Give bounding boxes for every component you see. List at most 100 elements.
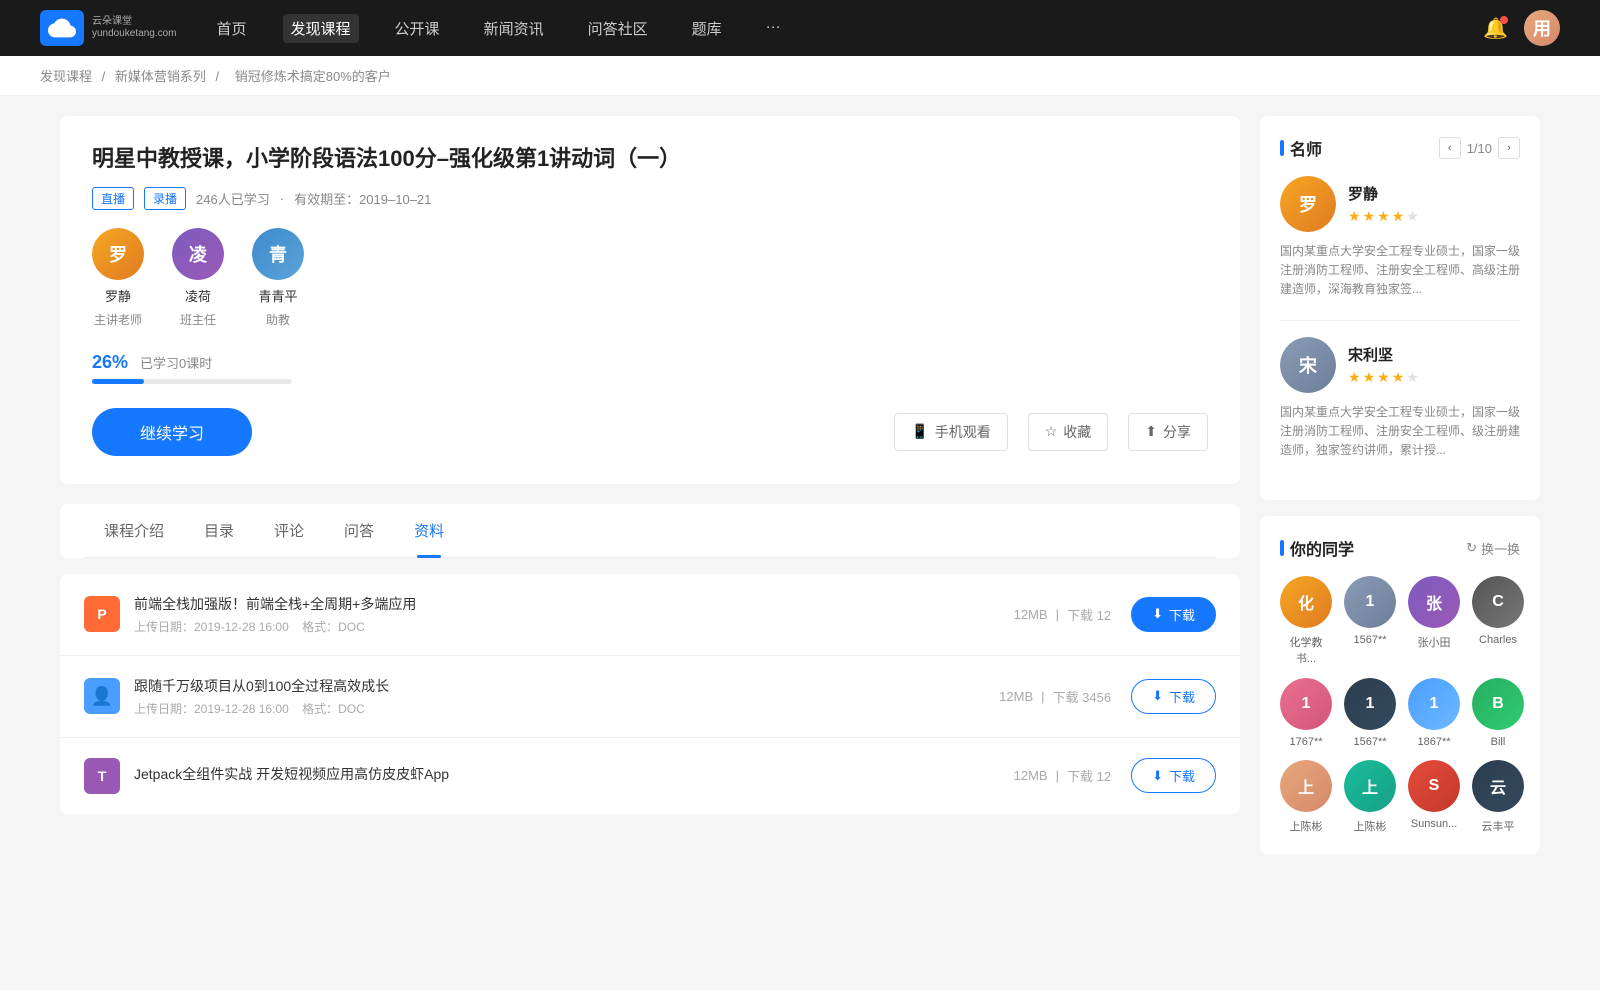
teacher-2-name: 凌荷 — [185, 286, 211, 305]
teacher-3-avatar: 青 — [252, 228, 304, 280]
breadcrumb: 发现课程 / 新媒体营销系列 / 销冠修炼术搞定80%的客户 — [0, 56, 1600, 96]
classmate-5-avatar: 1 — [1280, 678, 1332, 730]
mobile-watch-label: 手机观看 — [935, 422, 991, 442]
classmate-12[interactable]: 云 云丰平 — [1472, 760, 1524, 834]
teacher-2: 凌 凌荷 班主任 — [172, 228, 224, 328]
nav-news[interactable]: 新闻资讯 — [476, 14, 552, 43]
refresh-label: 换一换 — [1481, 539, 1520, 558]
classmate-7-name: 1867** — [1417, 736, 1450, 748]
nav-more[interactable]: ··· — [758, 14, 789, 43]
classmate-1[interactable]: 化 化学教书... — [1280, 576, 1332, 666]
resource-item-1: P 前端全栈加强版！前端全栈+全周期+多端应用 上传日期：2019-12-28 … — [60, 574, 1240, 656]
download-button-3[interactable]: ⬇ 下载 — [1131, 758, 1216, 793]
classmate-5-name: 1767** — [1289, 736, 1322, 748]
classmate-10[interactable]: 上 上陈彬 — [1344, 760, 1396, 834]
nav-quiz[interactable]: 题库 — [684, 14, 730, 43]
teacher-pagination: ‹ 1/10 › — [1439, 137, 1520, 159]
classmate-4-name: Charles — [1479, 634, 1517, 646]
teacher-profile-1-top: 罗 罗静 ★ ★ ★ ★ ★ — [1280, 176, 1520, 232]
classmate-2[interactable]: 1 1567** — [1344, 576, 1396, 666]
download-button-1[interactable]: ⬇ 下载 — [1131, 597, 1216, 632]
nav-qa[interactable]: 问答社区 — [580, 14, 656, 43]
nav-items: 首页 发现课程 公开课 新闻资讯 问答社区 题库 ··· — [209, 14, 1452, 43]
teachers-list: 罗 罗静 主讲老师 凌 凌荷 班主任 青 青青平 — [92, 228, 1208, 328]
teacher-1-role: 主讲老师 — [94, 311, 142, 328]
pg-prev[interactable]: ‹ — [1439, 137, 1461, 159]
tabs-card: 课程介绍 目录 评论 问答 资料 — [60, 504, 1240, 558]
progress-percentage: 26% — [92, 352, 128, 373]
classmate-11-name: Sunsun... — [1411, 818, 1457, 830]
classmate-6[interactable]: 1 1567** — [1344, 678, 1396, 748]
tab-resource[interactable]: 资料 — [394, 504, 464, 557]
classmate-1-name: 化学教书... — [1280, 634, 1332, 666]
logo-icon — [40, 10, 84, 46]
teacher-divider — [1280, 320, 1520, 321]
nav-discover[interactable]: 发现课程 — [283, 14, 359, 43]
classmates-card: 你的同学 ↻ 换一换 化 化学教书... 1 1567** — [1260, 516, 1540, 854]
classmate-3[interactable]: 张 张小田 — [1408, 576, 1460, 666]
teacher-profile-2-name: 宋利坚 — [1348, 344, 1520, 365]
nav-home[interactable]: 首页 — [209, 14, 255, 43]
resource-info-1: 前端全栈加强版！前端全栈+全周期+多端应用 上传日期：2019-12-28 16… — [134, 594, 1014, 635]
user-avatar[interactable]: 用 — [1524, 10, 1560, 46]
breadcrumb-sep2: / — [216, 69, 223, 84]
classmates-title: 你的同学 — [1280, 536, 1354, 560]
teacher-profile-1-avatar: 罗 — [1280, 176, 1336, 232]
classmate-5[interactable]: 1 1767** — [1280, 678, 1332, 748]
pg-next[interactable]: › — [1498, 137, 1520, 159]
badge-record: 录播 — [144, 187, 186, 210]
resource-stats-2: 12MB | 下载 3456 — [999, 687, 1111, 706]
tab-review[interactable]: 评论 — [254, 504, 324, 557]
teacher-2-role: 班主任 — [180, 311, 216, 328]
tab-intro[interactable]: 课程介绍 — [84, 504, 184, 557]
teacher-3-role: 助教 — [266, 311, 290, 328]
teacher-profile-2-top: 宋 宋利坚 ★ ★ ★ ★ ★ — [1280, 337, 1520, 393]
breadcrumb-current: 销冠修炼术搞定80%的客户 — [235, 69, 391, 84]
classmate-9-avatar: 上 — [1280, 760, 1332, 812]
refresh-button[interactable]: ↻ 换一换 — [1466, 539, 1520, 558]
collect-icon: ☆ — [1045, 423, 1058, 440]
resource-item-2: 👤 跟随千万级项目从0到100全过程高效成长 上传日期：2019-12-28 1… — [60, 656, 1240, 738]
progress-label: 已学习0课时 — [140, 353, 212, 372]
mobile-watch-button[interactable]: 📱 手机观看 — [894, 413, 1007, 451]
badge-live: 直播 — [92, 187, 134, 210]
share-icon: ⬆ — [1145, 423, 1157, 440]
teacher-profile-1-stars: ★ ★ ★ ★ ★ — [1348, 208, 1520, 225]
teacher-3-name: 青青平 — [258, 286, 297, 305]
meta-dot: · — [280, 191, 284, 206]
course-title: 明星中教授课，小学阶段语法100分–强化级第1讲动词（一） — [92, 144, 1208, 175]
tabs-list: 课程介绍 目录 评论 问答 资料 — [84, 504, 1216, 558]
continue-button[interactable]: 继续学习 — [92, 408, 252, 456]
resource-icon-2: 👤 — [84, 678, 120, 714]
avatar-img: 用 — [1524, 10, 1560, 46]
share-button[interactable]: ⬆ 分享 — [1128, 413, 1208, 451]
refresh-icon: ↻ — [1466, 540, 1477, 556]
download-button-2[interactable]: ⬇ 下载 — [1131, 679, 1216, 714]
breadcrumb-discover[interactable]: 发现课程 — [40, 69, 92, 84]
resource-list: P 前端全栈加强版！前端全栈+全周期+多端应用 上传日期：2019-12-28 … — [60, 574, 1240, 814]
classmate-7[interactable]: 1 1867** — [1408, 678, 1460, 748]
share-label: 分享 — [1163, 422, 1191, 442]
classmate-9-name: 上陈彬 — [1290, 818, 1323, 834]
notification-bell[interactable]: 🔔 — [1483, 16, 1508, 41]
classmate-12-name: 云丰平 — [1482, 818, 1515, 834]
classmate-9[interactable]: 上 上陈彬 — [1280, 760, 1332, 834]
classmate-4[interactable]: C Charles — [1472, 576, 1524, 666]
classmate-10-name: 上陈彬 — [1354, 818, 1387, 834]
classmate-8[interactable]: B Bill — [1472, 678, 1524, 748]
resource-title-2: 跟随千万级项目从0到100全过程高效成长 — [134, 676, 999, 696]
resource-stats-3: 12MB | 下载 12 — [1014, 766, 1111, 785]
breadcrumb-series[interactable]: 新媒体营销系列 — [115, 69, 206, 84]
classmate-1-avatar: 化 — [1280, 576, 1332, 628]
nav-open[interactable]: 公开课 — [387, 14, 448, 43]
classmate-11[interactable]: S Sunsun... — [1408, 760, 1460, 834]
download-label-1: 下载 — [1169, 605, 1195, 624]
teachers-card-header: 名师 ‹ 1/10 › — [1280, 136, 1520, 160]
collect-button[interactable]: ☆ 收藏 — [1028, 413, 1109, 451]
tab-qa[interactable]: 问答 — [324, 504, 394, 557]
tab-catalog[interactable]: 目录 — [184, 504, 254, 557]
teacher-profile-2-info: 宋利坚 ★ ★ ★ ★ ★ — [1348, 344, 1520, 386]
classmate-12-avatar: 云 — [1472, 760, 1524, 812]
logo[interactable]: 云朵课堂 yundouketang.com — [40, 10, 177, 46]
notification-dot — [1500, 16, 1508, 24]
